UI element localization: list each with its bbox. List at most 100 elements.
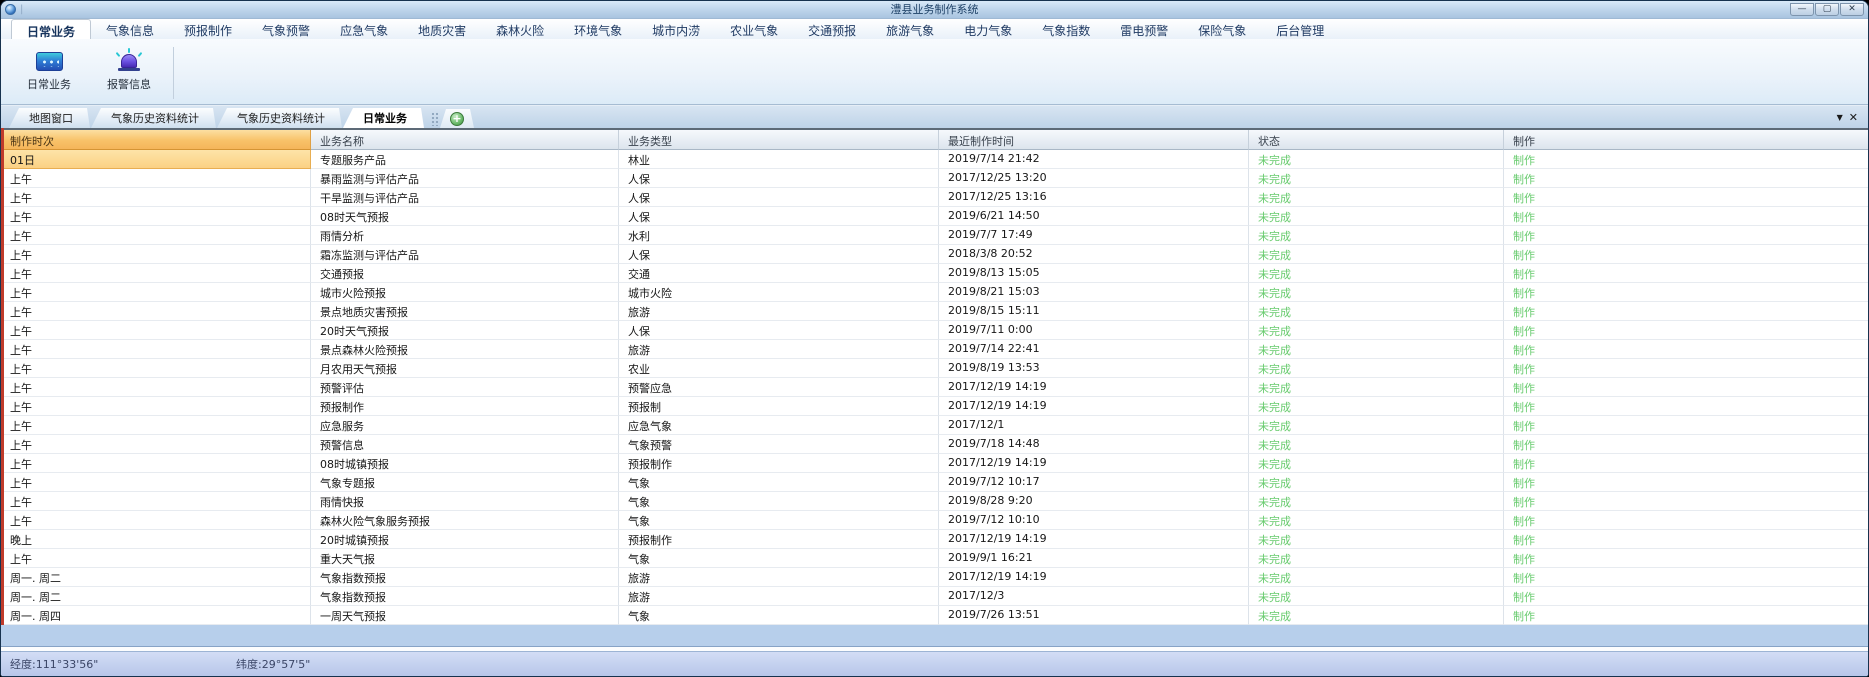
table-row[interactable]: 上午重大天气报气象2019/9/1 16:21未完成制作 <box>1 549 1868 568</box>
menu-item[interactable]: 农业气象 <box>715 19 793 39</box>
table-row[interactable]: 上午干旱监测与评估产品人保2017/12/25 13:16未完成制作 <box>1 188 1868 207</box>
make-link[interactable]: 制作 <box>1513 534 1535 547</box>
table-row[interactable]: 上午预报制作预报制2017/12/19 14:19未完成制作 <box>1 397 1868 416</box>
app-globe-icon <box>5 4 16 15</box>
menu-item[interactable]: 森林火险 <box>481 19 559 39</box>
make-link[interactable]: 制作 <box>1513 458 1535 471</box>
table-row[interactable]: 上午交通预报交通2019/8/13 15:05未完成制作 <box>1 264 1868 283</box>
table-row[interactable]: 上午雨情分析水利2019/7/7 17:49未完成制作 <box>1 226 1868 245</box>
make-link[interactable]: 制作 <box>1513 192 1535 205</box>
status-text: 未完成 <box>1249 397 1504 416</box>
make-link[interactable]: 制作 <box>1513 344 1535 357</box>
table-row[interactable]: 周一. 周二气象指数预报旅游2017/12/19 14:19未完成制作 <box>1 568 1868 587</box>
menu-item[interactable]: 气象信息 <box>91 19 169 39</box>
tab-close-icon[interactable]: ✕ <box>1849 112 1858 124</box>
menu-item[interactable]: 后台管理 <box>1261 19 1339 39</box>
table-row[interactable]: 上午森林火险气象服务预报气象2019/7/12 10:10未完成制作 <box>1 511 1868 530</box>
table-cell: 2019/7/11 0:00 <box>939 321 1249 340</box>
table-row[interactable]: 上午暴雨监测与评估产品人保2017/12/25 13:20未完成制作 <box>1 169 1868 188</box>
table-row[interactable]: 晚上20时城镇预报预报制作2017/12/19 14:19未完成制作 <box>1 530 1868 549</box>
menu-item[interactable]: 环境气象 <box>559 19 637 39</box>
table-cell: 景点森林火险预报 <box>311 340 619 359</box>
menu-item[interactable]: 雷电预警 <box>1105 19 1183 39</box>
document-tab[interactable]: 气象历史资料统计 <box>217 108 342 128</box>
make-link[interactable]: 制作 <box>1513 401 1535 414</box>
ribbon-button-daily-business[interactable]: 日常业务 <box>9 44 89 102</box>
ribbon-button-alarm-info[interactable]: 报警信息 <box>89 44 169 102</box>
make-link[interactable]: 制作 <box>1513 306 1535 319</box>
siren-base <box>118 68 140 71</box>
table-cell: 上午 <box>1 511 311 530</box>
make-cell: 制作 <box>1504 283 1868 302</box>
make-link[interactable]: 制作 <box>1513 439 1535 452</box>
menu-item[interactable]: 预报制作 <box>169 19 247 39</box>
tab-grip-handle[interactable] <box>431 112 438 126</box>
make-link[interactable]: 制作 <box>1513 173 1535 186</box>
status-text: 未完成 <box>1249 359 1504 378</box>
tab-list-dropdown-icon[interactable]: ▼ <box>1837 112 1843 124</box>
table-row[interactable]: 上午月农用天气预报农业2019/8/19 13:53未完成制作 <box>1 359 1868 378</box>
siren-dome <box>121 54 137 68</box>
make-link[interactable]: 制作 <box>1513 154 1535 167</box>
table-row[interactable]: 上午景点森林火险预报旅游2019/7/14 22:41未完成制作 <box>1 340 1868 359</box>
menu-item[interactable]: 旅游气象 <box>871 19 949 39</box>
make-link[interactable]: 制作 <box>1513 477 1535 490</box>
document-tab[interactable]: 地图窗口 <box>9 108 90 128</box>
table-row[interactable]: 周一. 周四一周天气预报气象2019/7/26 13:51未完成制作 <box>1 606 1868 625</box>
make-link[interactable]: 制作 <box>1513 496 1535 509</box>
add-tab-button[interactable]: + <box>450 112 464 126</box>
table-row[interactable]: 上午预警信息气象预警2019/7/18 14:48未完成制作 <box>1 435 1868 454</box>
column-header[interactable]: 业务名称 <box>311 130 619 150</box>
make-link[interactable]: 制作 <box>1513 249 1535 262</box>
table-cell: 气象 <box>619 492 939 511</box>
table-row[interactable]: 上午景点地质灾害预报旅游2019/8/15 15:11未完成制作 <box>1 302 1868 321</box>
make-link[interactable]: 制作 <box>1513 572 1535 585</box>
column-header[interactable]: 状态 <box>1249 130 1504 150</box>
minimize-button[interactable]: — <box>1790 3 1814 16</box>
make-link[interactable]: 制作 <box>1513 363 1535 376</box>
menu-item[interactable]: 交通预报 <box>793 19 871 39</box>
table-row[interactable]: 01日专题服务产品林业2019/7/14 21:42未完成制作 <box>1 150 1868 169</box>
make-link[interactable]: 制作 <box>1513 515 1535 528</box>
document-tab[interactable]: 气象历史资料统计 <box>91 108 216 128</box>
make-link[interactable]: 制作 <box>1513 591 1535 604</box>
make-link[interactable]: 制作 <box>1513 325 1535 338</box>
column-header[interactable]: 制作时次 <box>1 130 311 150</box>
make-link[interactable]: 制作 <box>1513 382 1535 395</box>
menu-item[interactable]: 气象指数 <box>1027 19 1105 39</box>
menu-item[interactable]: 地质灾害 <box>403 19 481 39</box>
table-row[interactable]: 上午霜冻监测与评估产品人保2018/3/8 20:52未完成制作 <box>1 245 1868 264</box>
table-row[interactable]: 上午20时天气预报人保2019/7/11 0:00未完成制作 <box>1 321 1868 340</box>
table-cell: 2017/12/1 <box>939 416 1249 435</box>
make-link[interactable]: 制作 <box>1513 268 1535 281</box>
menu-item[interactable]: 保险气象 <box>1183 19 1261 39</box>
column-header[interactable]: 制作 <box>1504 130 1868 150</box>
make-link[interactable]: 制作 <box>1513 287 1535 300</box>
document-tab[interactable]: 日常业务 <box>343 108 424 128</box>
table-row[interactable]: 上午城市火险预报城市火险2019/8/21 15:03未完成制作 <box>1 283 1868 302</box>
table-row[interactable]: 上午气象专题报气象2019/7/12 10:17未完成制作 <box>1 473 1868 492</box>
menu-item[interactable]: 城市内涝 <box>637 19 715 39</box>
menu-item[interactable]: 应急气象 <box>325 19 403 39</box>
menu-item[interactable]: 日常业务 <box>11 19 91 39</box>
make-link[interactable]: 制作 <box>1513 420 1535 433</box>
column-header[interactable]: 业务类型 <box>619 130 939 150</box>
table-row[interactable]: 上午08时城镇预报预报制作2017/12/19 14:19未完成制作 <box>1 454 1868 473</box>
table-row[interactable]: 上午预警评估预警应急2017/12/19 14:19未完成制作 <box>1 378 1868 397</box>
make-link[interactable]: 制作 <box>1513 211 1535 224</box>
menu-item[interactable]: 气象预警 <box>247 19 325 39</box>
column-header[interactable]: 最近制作时间 <box>939 130 1249 150</box>
table-row[interactable]: 上午雨情快报气象2019/8/28 9:20未完成制作 <box>1 492 1868 511</box>
table-cell: 一周天气预报 <box>311 606 619 625</box>
make-link[interactable]: 制作 <box>1513 230 1535 243</box>
table-cell: 上午 <box>1 492 311 511</box>
table-row[interactable]: 上午应急服务应急气象2017/12/1未完成制作 <box>1 416 1868 435</box>
close-button[interactable]: ✕ <box>1840 3 1864 16</box>
make-link[interactable]: 制作 <box>1513 610 1535 623</box>
maximize-button[interactable]: ▢ <box>1815 3 1839 16</box>
make-cell: 制作 <box>1504 302 1868 321</box>
make-link[interactable]: 制作 <box>1513 553 1535 566</box>
table-row[interactable]: 周一. 周二气象指数预报旅游2017/12/3未完成制作 <box>1 587 1868 606</box>
menu-item[interactable]: 电力气象 <box>949 19 1027 39</box>
table-row[interactable]: 上午08时天气预报人保2019/6/21 14:50未完成制作 <box>1 207 1868 226</box>
